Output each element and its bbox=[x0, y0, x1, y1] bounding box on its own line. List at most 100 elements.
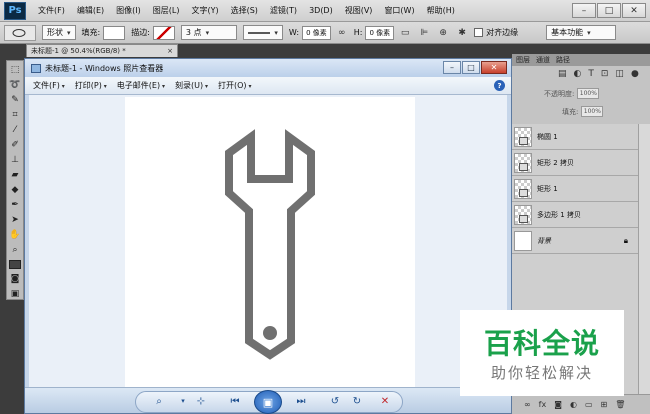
link-layers-icon[interactable]: ∞ bbox=[524, 400, 531, 409]
zoom-tool-icon[interactable]: ⌕ bbox=[8, 245, 22, 255]
filter-toggle-icon[interactable]: ● bbox=[631, 69, 639, 79]
align-edges-checkbox[interactable] bbox=[474, 28, 484, 37]
crop-tool-icon[interactable]: ⌗ bbox=[8, 110, 22, 120]
quick-select-tool-icon[interactable]: ✎ bbox=[8, 95, 22, 105]
fx-icon[interactable]: fx bbox=[539, 400, 547, 409]
layer-thumbnail bbox=[514, 152, 532, 173]
fill-opacity-input[interactable]: 100% bbox=[581, 106, 604, 117]
h-label: H: bbox=[353, 28, 363, 37]
hand-tool-icon[interactable]: ✋ bbox=[8, 230, 22, 240]
stroke-swatch[interactable] bbox=[152, 25, 175, 40]
path-operations-icon[interactable]: ▭ bbox=[398, 26, 412, 40]
trash-icon[interactable]: 🗑︎ bbox=[615, 400, 625, 409]
lasso-tool-icon[interactable]: ➰ bbox=[8, 80, 22, 90]
tab-paths[interactable]: 路径 bbox=[556, 55, 570, 65]
ps-document-tab[interactable]: 未标题-1 @ 50.4%(RGB/8) * × bbox=[26, 44, 178, 57]
tab-layers[interactable]: 图层 bbox=[516, 55, 530, 65]
layer-name: 矩形 2 拷贝 bbox=[537, 158, 574, 167]
ps-menu-select[interactable]: 选择(S) bbox=[225, 0, 264, 22]
stroke-line-icon bbox=[247, 31, 271, 34]
smart-object-filter-icon[interactable]: ◫ bbox=[615, 69, 624, 79]
ps-minimize-button[interactable]: – bbox=[572, 3, 596, 18]
watermark: 百科全说 助你轻松解决 bbox=[460, 310, 624, 396]
stroke-type-select[interactable] bbox=[242, 25, 283, 40]
slideshow-icon[interactable]: ▣ bbox=[254, 390, 282, 414]
viewer-menu-email[interactable]: 电子邮件(E) bbox=[117, 80, 165, 91]
layer-row[interactable]: 矩形 2 拷贝 bbox=[512, 150, 638, 176]
rotate-left-icon[interactable]: ↺ bbox=[327, 394, 343, 408]
ps-menu-edit[interactable]: 编辑(E) bbox=[71, 0, 110, 22]
actual-size-icon[interactable]: ⊹ bbox=[193, 394, 209, 408]
ps-close-button[interactable]: ✕ bbox=[622, 3, 646, 18]
layer-thumbnail bbox=[514, 126, 532, 147]
path-alignment-icon[interactable]: ⊫ bbox=[417, 26, 431, 40]
eraser-tool-icon[interactable]: ▰ bbox=[8, 170, 22, 180]
stroke-size-select[interactable]: 3 点 bbox=[180, 25, 237, 40]
ellipse-tool-preset[interactable] bbox=[4, 24, 36, 41]
foreground-color-swatch[interactable] bbox=[9, 260, 21, 269]
eyedropper-tool-icon[interactable]: ⁄ bbox=[8, 125, 22, 135]
zoom-dropdown-icon[interactable]: ▾ bbox=[175, 394, 191, 408]
marquee-tool-icon[interactable]: ⬚ bbox=[8, 65, 22, 75]
mask-icon[interactable]: ◙ bbox=[554, 400, 562, 409]
screen-mode-icon[interactable]: ▣ bbox=[8, 289, 22, 299]
viewer-menu-print[interactable]: 打印(P) bbox=[75, 80, 107, 91]
ps-window-buttons: – □ ✕ bbox=[572, 3, 646, 18]
pen-tool-icon[interactable]: ✒ bbox=[8, 200, 22, 210]
tab-channels[interactable]: 通道 bbox=[536, 55, 550, 65]
layer-row[interactable]: 多边形 1 拷贝 bbox=[512, 202, 638, 228]
link-icon[interactable]: ∞ bbox=[335, 26, 349, 40]
image-filter-icon[interactable]: ▤ bbox=[558, 69, 567, 79]
viewer-close-button[interactable]: ✕ bbox=[481, 61, 507, 74]
new-layer-icon[interactable]: ⊞ bbox=[601, 400, 608, 409]
ps-menu-window[interactable]: 窗口(W) bbox=[378, 0, 420, 22]
group-icon[interactable]: ▭ bbox=[585, 400, 593, 409]
layer-row[interactable]: 椭圆 1 bbox=[512, 124, 638, 150]
viewer-menu-open[interactable]: 打开(O) bbox=[218, 80, 251, 91]
viewer-minimize-button[interactable]: – bbox=[443, 61, 461, 74]
zoom-icon[interactable]: ⌕ bbox=[151, 394, 167, 408]
ps-menu-image[interactable]: 图像(I) bbox=[110, 0, 147, 22]
fill-swatch[interactable] bbox=[103, 25, 126, 40]
gear-icon[interactable]: ✱ bbox=[455, 26, 469, 40]
brush-tool-icon[interactable]: ✐ bbox=[8, 140, 22, 150]
blur-tool-icon[interactable]: ◆ bbox=[8, 185, 22, 195]
layer-row[interactable]: 背景 🔒︎ bbox=[512, 228, 638, 254]
viewer-menu-file[interactable]: 文件(F) bbox=[33, 80, 65, 91]
document-tab-close-icon[interactable]: × bbox=[167, 47, 173, 55]
viewer-titlebar: 未标题-1 - Windows 照片查看器 – □ ✕ bbox=[25, 59, 511, 77]
viewer-maximize-button[interactable]: □ bbox=[462, 61, 480, 74]
fill-label: 填充: bbox=[81, 28, 101, 37]
opacity-input[interactable]: 100% bbox=[577, 88, 600, 99]
help-icon[interactable]: ? bbox=[494, 80, 505, 91]
stamp-tool-icon[interactable]: ⊥ bbox=[8, 155, 22, 165]
layers-scrollbar[interactable] bbox=[638, 124, 650, 394]
workspace-select[interactable]: 基本功能 bbox=[546, 25, 617, 40]
shape-filter-icon[interactable]: ⊡ bbox=[601, 69, 609, 79]
type-filter-icon[interactable]: T bbox=[588, 69, 594, 79]
ps-menu-filter[interactable]: 滤镜(T) bbox=[264, 0, 303, 22]
previous-icon[interactable]: ⏮ bbox=[227, 394, 243, 408]
ps-menu-help[interactable]: 帮助(H) bbox=[421, 0, 461, 22]
shape-mode-select[interactable]: 形状 bbox=[42, 25, 76, 40]
path-select-tool-icon[interactable]: ➤ bbox=[8, 215, 22, 225]
ps-menu-type[interactable]: 文字(Y) bbox=[185, 0, 224, 22]
delete-icon[interactable]: ✕ bbox=[377, 394, 393, 408]
ps-menu-layer[interactable]: 图层(L) bbox=[147, 0, 186, 22]
rotate-right-icon[interactable]: ↻ bbox=[349, 394, 365, 408]
adjustment-filter-icon[interactable]: ◐ bbox=[574, 69, 582, 79]
quick-mask-icon[interactable]: ◙ bbox=[8, 274, 22, 284]
layer-row[interactable]: 矩形 1 bbox=[512, 176, 638, 202]
width-input[interactable]: 0 像素 bbox=[302, 25, 331, 40]
adjustment-icon[interactable]: ◐ bbox=[570, 400, 577, 409]
ps-menu-view[interactable]: 视图(V) bbox=[339, 0, 379, 22]
ps-maximize-button[interactable]: □ bbox=[597, 3, 621, 18]
path-arrangement-icon[interactable]: ⊕ bbox=[436, 26, 450, 40]
height-input[interactable]: 0 像素 bbox=[365, 25, 395, 40]
shape-layer-icon bbox=[519, 162, 528, 171]
ps-menu-file[interactable]: 文件(F) bbox=[32, 0, 71, 22]
next-icon[interactable]: ⏭ bbox=[293, 394, 309, 408]
viewer-menu-burn[interactable]: 刻录(U) bbox=[175, 80, 208, 91]
ps-menu-3d[interactable]: 3D(D) bbox=[303, 0, 339, 22]
ps-options-bar: 形状 填充: 描边: 3 点 W: 0 像素 ∞ H: 0 像素 ▭ ⊫ ⊕ ✱… bbox=[0, 22, 650, 44]
